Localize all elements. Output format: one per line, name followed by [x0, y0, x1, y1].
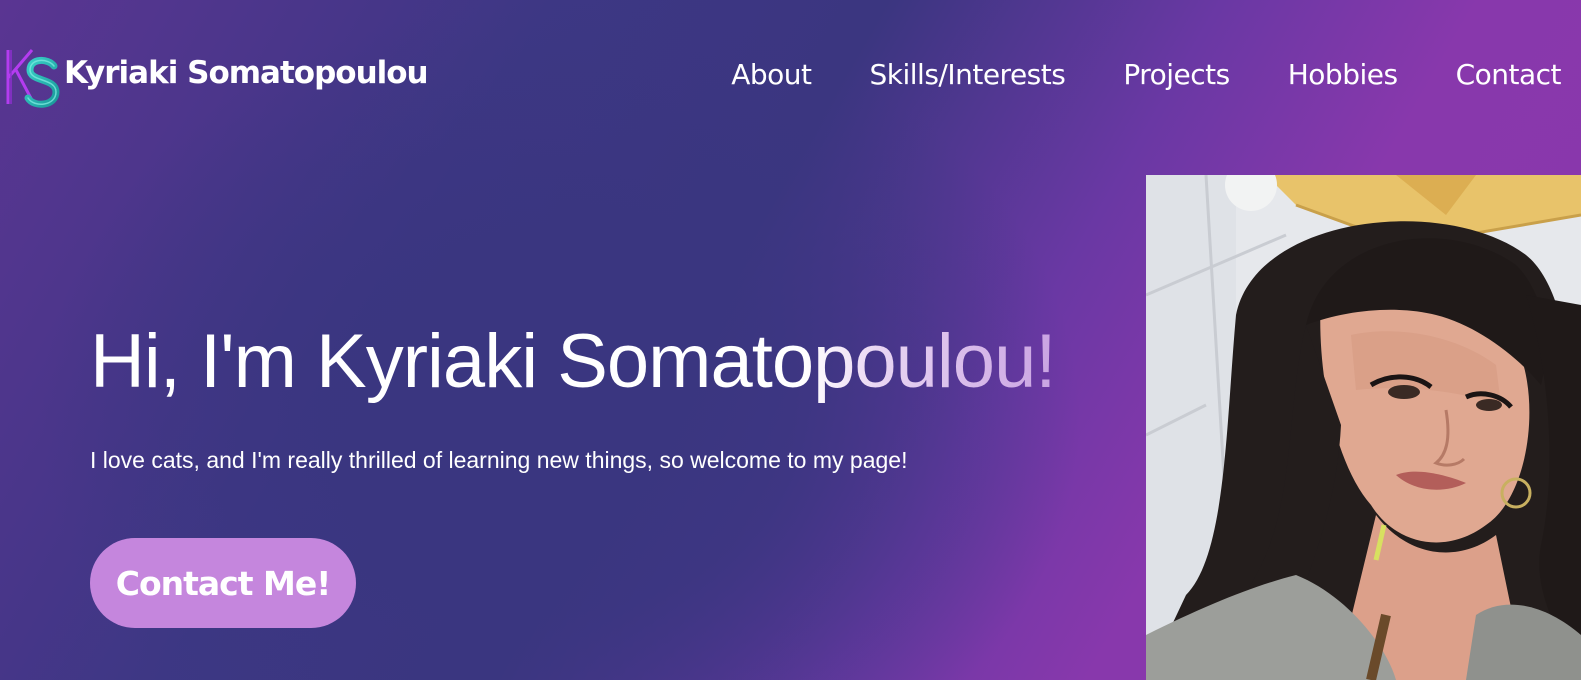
- site-header: Kyriaki Somatopoulou About Skills/Intere…: [0, 0, 1581, 150]
- nav-link-contact[interactable]: Contact: [1456, 58, 1562, 91]
- nav-link-skills-interests[interactable]: Skills/Interests: [870, 58, 1066, 91]
- nav-link-projects[interactable]: Projects: [1123, 58, 1230, 91]
- hero-subtitle: I love cats, and I'm really thrilled of …: [90, 447, 908, 473]
- brand[interactable]: Kyriaki Somatopoulou: [4, 44, 429, 110]
- hero-title: Hi, I'm Kyriaki Somatopoulou!: [90, 319, 1056, 404]
- nav-link-about[interactable]: About: [731, 58, 812, 91]
- nav-link-hobbies[interactable]: Hobbies: [1288, 58, 1398, 91]
- main-nav: About Skills/Interests Projects Hobbies …: [731, 58, 1561, 91]
- portrait-illustration: [1146, 175, 1581, 680]
- ks-logo-icon: [6, 49, 60, 108]
- brand-name: Kyriaki Somatopoulou: [64, 55, 429, 91]
- contact-me-button[interactable]: Contact Me!: [90, 538, 356, 628]
- portrait-photo: [1146, 175, 1581, 680]
